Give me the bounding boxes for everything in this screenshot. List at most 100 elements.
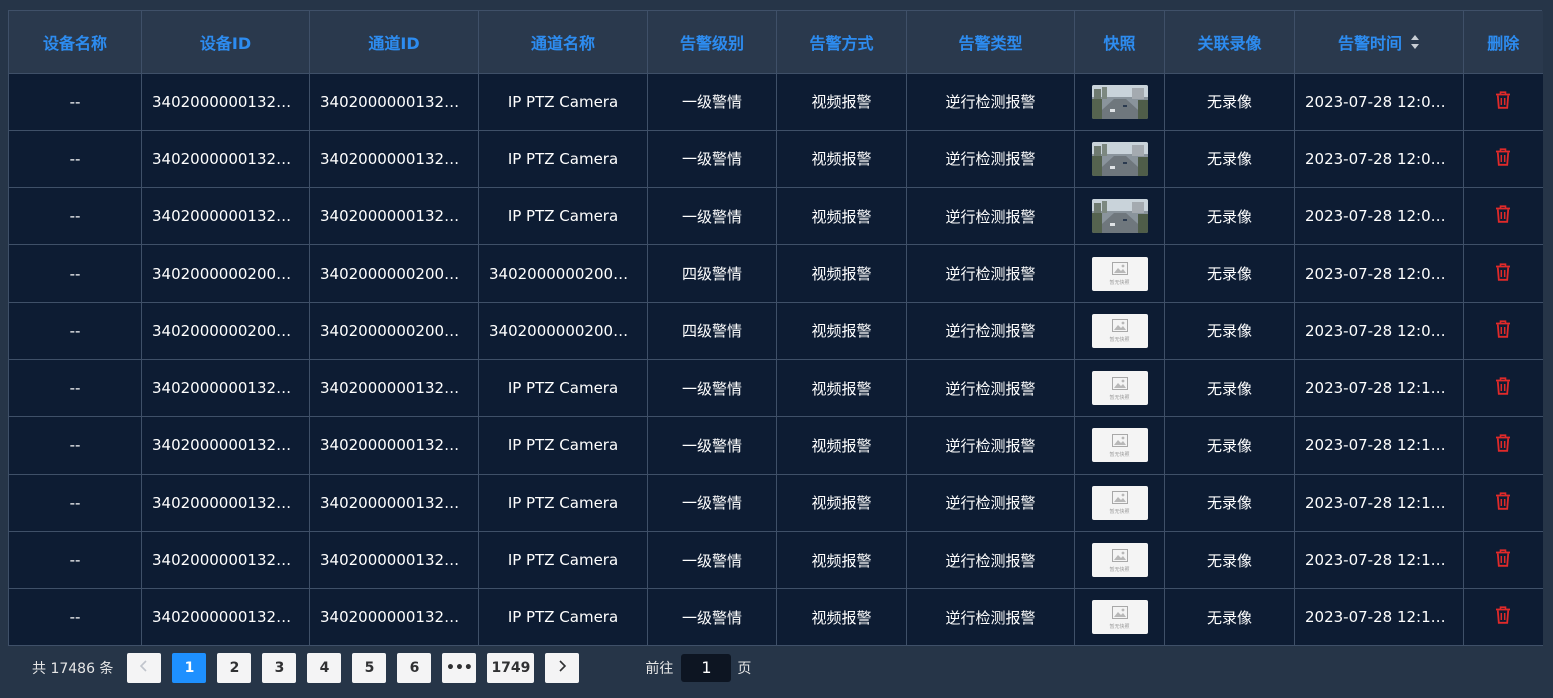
cell-channel-id: 340200000013200000 (309, 187, 479, 246)
trash-icon[interactable] (1495, 549, 1511, 567)
trash-icon[interactable] (1495, 492, 1511, 510)
chevron-left-icon (139, 659, 149, 676)
table-row: -- 340200000020000000 340200000020000000 34… (8, 302, 1543, 360)
trash-icon[interactable] (1495, 377, 1511, 395)
alarm-table: 设备名称 设备ID 通道ID 通道名称 告警级别 告警方式 告警类型 快照 关联… (8, 11, 1543, 647)
pagination-total: 共 17486 条 (32, 660, 114, 677)
cell-device-name: -- (8, 359, 142, 418)
page-button-6[interactable]: 6 (397, 652, 432, 683)
snapshot-placeholder[interactable]: 暂无快照 (1091, 371, 1148, 406)
cell-device-name: -- (8, 130, 142, 189)
cell-delete (1463, 531, 1543, 590)
cell-channel-id: 340200000013200000 (309, 588, 479, 647)
cell-alarm-type: 逆行检测报警 (906, 244, 1075, 303)
col-header-alarm-time[interactable]: 告警时间 (1294, 11, 1464, 74)
cell-channel-name: IP PTZ Camera (478, 359, 648, 418)
snapshot-thumbnail[interactable] (1091, 84, 1148, 119)
cell-alarm-level: 四级警情 (647, 302, 777, 360)
cell-delete (1463, 130, 1543, 189)
alarm-table-panel: 设备名称 设备ID 通道ID 通道名称 告警级别 告警方式 告警类型 快照 关联… (8, 10, 1543, 689)
cell-alarm-level: 一级警情 (647, 73, 777, 131)
page-button-4[interactable]: 4 (307, 652, 342, 683)
trash-icon[interactable] (1495, 320, 1511, 338)
snapshot-placeholder[interactable]: 暂无快照 (1091, 600, 1148, 635)
snapshot-thumbnail[interactable] (1091, 141, 1148, 176)
col-header-alarm-time-label: 告警时间 (1337, 33, 1402, 53)
cell-device-id: 340200000013200000 (141, 359, 310, 418)
table-row: -- 340200000013200000 340200000013200000 IP… (8, 416, 1543, 475)
snapshot-placeholder[interactable]: 暂无快照 (1091, 313, 1148, 348)
cell-snapshot: 暂无快照 (1074, 302, 1165, 360)
cell-linked-record: 无录像 (1164, 130, 1295, 189)
cell-alarm-method: 视频报警 (776, 416, 907, 475)
prev-page-button[interactable] (127, 652, 162, 683)
cell-channel-id: 340200000020000000 (309, 302, 479, 360)
sort-caret-icon[interactable] (1410, 34, 1420, 50)
cell-channel-name: IP PTZ Camera (478, 474, 648, 532)
cell-snapshot (1074, 130, 1165, 189)
trash-icon[interactable] (1495, 148, 1511, 166)
cell-alarm-type: 逆行检测报警 (906, 302, 1075, 360)
page-button-2[interactable]: 2 (217, 652, 252, 683)
goto-label: 前往 (645, 660, 674, 677)
next-page-button[interactable] (545, 652, 580, 683)
chevron-right-icon (557, 659, 567, 676)
cell-device-name: -- (8, 187, 142, 246)
cell-alarm-level: 一级警情 (647, 474, 777, 532)
cell-channel-id: 340200000013200000 (309, 73, 479, 131)
cell-device-name: -- (8, 244, 142, 303)
cell-delete (1463, 73, 1543, 131)
table-row: -- 340200000013200000 340200000013200000 IP… (8, 531, 1543, 590)
col-header-device-id: 设备ID (141, 11, 310, 74)
cell-snapshot: 暂无快照 (1074, 531, 1165, 590)
cell-alarm-level: 一级警情 (647, 130, 777, 189)
cell-delete (1463, 244, 1543, 303)
trash-icon[interactable] (1495, 434, 1511, 453)
col-header-channel-id: 通道ID (309, 11, 479, 74)
cell-channel-id: 340200000013200000 (309, 416, 479, 475)
image-placeholder-icon (1111, 376, 1128, 394)
cell-linked-record: 无录像 (1164, 474, 1295, 532)
page-button-5[interactable]: 5 (352, 652, 387, 683)
page-button-3[interactable]: 3 (262, 652, 297, 683)
trash-icon[interactable] (1495, 91, 1511, 109)
placeholder-caption: 暂无快照 (1109, 566, 1130, 573)
cell-alarm-type: 逆行检测报警 (906, 359, 1075, 418)
trash-icon[interactable] (1495, 606, 1511, 625)
page-button-last[interactable]: 1749 (487, 652, 535, 683)
cell-alarm-method: 视频报警 (776, 244, 907, 303)
cell-device-name: -- (8, 302, 142, 360)
cell-alarm-time: 2023-07-28 12:10:05 (1294, 359, 1464, 418)
cell-linked-record: 无录像 (1164, 187, 1295, 246)
cell-channel-id: 340200000013200000 (309, 130, 479, 189)
goto-page-input[interactable] (681, 653, 732, 682)
image-placeholder-icon (1111, 605, 1128, 623)
snapshot-placeholder[interactable]: 暂无快照 (1091, 428, 1148, 463)
cell-delete (1463, 588, 1543, 647)
table-row: -- 340200000020000000 340200000020000000 34… (8, 244, 1543, 303)
cell-alarm-time: 2023-07-28 12:14:02 (1294, 588, 1464, 647)
page-button-1[interactable]: 1 (172, 652, 207, 683)
placeholder-caption: 暂无快照 (1109, 509, 1130, 516)
trash-icon[interactable] (1495, 205, 1511, 223)
snapshot-placeholder[interactable]: 暂无快照 (1091, 485, 1148, 520)
cell-device-id: 340200000013200000 (141, 588, 310, 647)
table-row: -- 340200000013200000 340200000013200000 IP… (8, 359, 1543, 418)
image-placeholder-icon (1111, 433, 1128, 451)
snapshot-placeholder[interactable]: 暂无快照 (1091, 543, 1148, 578)
table-row: -- 340200000013200000 340200000013200000 IP… (8, 187, 1543, 246)
snapshot-placeholder[interactable]: 暂无快照 (1091, 256, 1148, 291)
snapshot-thumbnail[interactable] (1091, 199, 1148, 234)
cell-delete (1463, 187, 1543, 246)
cell-linked-record: 无录像 (1164, 302, 1295, 360)
cell-alarm-time: 2023-07-28 12:07:41 (1294, 130, 1464, 189)
cell-device-id: 340200000013200000 (141, 130, 310, 189)
page-ellipsis-button[interactable]: ••• (442, 652, 477, 683)
trash-icon[interactable] (1495, 262, 1511, 281)
cell-channel-name: IP PTZ Camera (478, 73, 648, 131)
cell-linked-record: 无录像 (1164, 73, 1295, 131)
cell-device-name: -- (8, 474, 142, 532)
placeholder-caption: 暂无快照 (1109, 280, 1130, 287)
cell-snapshot: 暂无快照 (1074, 416, 1165, 475)
cell-alarm-time: 2023-07-28 12:08:47 (1294, 244, 1464, 303)
